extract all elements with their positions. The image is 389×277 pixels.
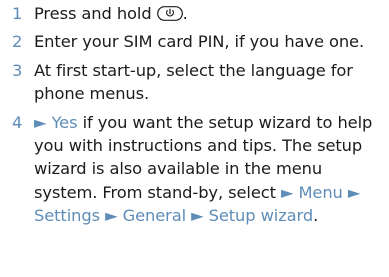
menu-item-general: General	[122, 206, 187, 226]
step-1: 1 Press and hold .	[0, 2, 389, 25]
yes-option: Yes	[51, 112, 78, 132]
instruction-steps: 1 Press and hold . 2 Enter your SIM card…	[0, 0, 389, 277]
step-3: 3 At first start-up, select the language…	[0, 59, 389, 106]
menu-item-setup-wizard: Setup wizard	[208, 206, 314, 226]
step-number: 2	[12, 32, 23, 52]
step-text: Press and hold	[34, 4, 152, 23]
step-2: 2 Enter your SIM card PIN, if you have o…	[0, 30, 389, 53]
menu-item-menu: Menu	[298, 182, 343, 202]
arrow-icon: ►	[347, 182, 361, 202]
power-key-icon	[156, 6, 183, 21]
step-4: 4 ► Yes if you want the setup wizard to …	[0, 111, 389, 228]
step-text-end: .	[182, 4, 188, 23]
step-number: 4	[12, 112, 23, 132]
step-number: 1	[12, 4, 23, 23]
arrow-icon: ►	[34, 112, 47, 132]
step-text-end: .	[313, 206, 319, 226]
step-text: At first start-up, select the language f…	[34, 60, 353, 104]
arrow-icon: ►	[280, 182, 294, 202]
menu-item-settings: Settings	[34, 206, 100, 226]
step-text: Enter your SIM card PIN, if you have one…	[34, 32, 365, 52]
arrow-icon: ►	[105, 206, 118, 226]
arrow-icon: ►	[191, 206, 204, 226]
step-number: 3	[12, 60, 23, 80]
